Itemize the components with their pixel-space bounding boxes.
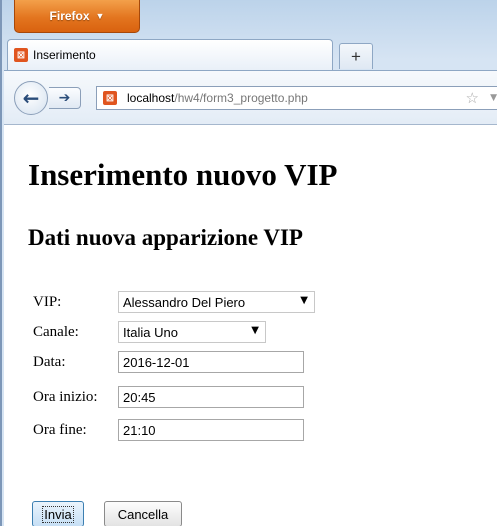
- canale-row: Canale:: [33, 321, 79, 343]
- vip-row: VIP:: [33, 291, 61, 313]
- firefox-menu-label: Firefox: [49, 9, 90, 23]
- forward-arrow-icon: ➔: [58, 90, 71, 106]
- vip-label: VIP:: [33, 293, 62, 310]
- url-host: localhost: [127, 91, 175, 105]
- url-text: localhost/hw4/form3_progetto.php: [127, 91, 308, 105]
- cancella-button[interactable]: Cancella: [104, 501, 182, 526]
- star-icon[interactable]: ☆: [466, 89, 479, 107]
- new-tab-button[interactable]: +: [339, 43, 373, 69]
- site-identity-icon[interactable]: ⊠: [103, 91, 117, 105]
- firefox-menu-button[interactable]: Firefox ▼: [14, 0, 140, 33]
- canale-select[interactable]: Italia Uno ▼: [118, 321, 266, 343]
- vip-value: Alessandro Del Piero: [123, 294, 246, 310]
- cancella-label: Cancella: [117, 506, 169, 522]
- data-value: 2016-12-01: [123, 354, 190, 370]
- back-button[interactable]: ←: [14, 81, 48, 115]
- address-bar[interactable]: ⊠ localhost/hw4/form3_progetto.php ☆ ▼: [96, 86, 497, 110]
- ora-fine-value: 21:10: [123, 422, 156, 438]
- url-path: /hw4/form3_progetto.php: [174, 91, 308, 105]
- data-label: Data:: [33, 353, 66, 370]
- ora-inizio-row: Ora inizio:: [33, 386, 98, 408]
- ora-fine-row: Ora fine:: [33, 419, 87, 441]
- tab-title: Inserimento: [33, 48, 96, 62]
- ora-inizio-label: Ora inizio:: [33, 388, 98, 405]
- data-input[interactable]: 2016-12-01: [118, 351, 304, 373]
- ora-inizio-value: 20:45: [123, 389, 156, 405]
- url-dropdown-icon[interactable]: ▼: [490, 93, 497, 103]
- page-icon: ⊠: [14, 48, 28, 62]
- back-arrow-icon: ←: [22, 86, 40, 110]
- page-content: Inserimento nuovo VIP Dati nuova appariz…: [4, 124, 497, 526]
- invia-button[interactable]: Invia: [32, 501, 84, 526]
- tab-inserimento[interactable]: ⊠ Inserimento: [7, 39, 333, 70]
- forward-button[interactable]: ➔: [49, 87, 81, 109]
- invia-label: Invia: [42, 505, 74, 523]
- ora-inizio-input[interactable]: 20:45: [118, 386, 304, 408]
- ora-fine-label: Ora fine:: [33, 421, 87, 438]
- canale-value: Italia Uno: [123, 324, 178, 340]
- plus-icon: +: [351, 46, 361, 66]
- navigation-toolbar: ← ➔ ⊠ localhost/hw4/form3_progetto.php ☆…: [4, 70, 497, 124]
- ora-fine-input[interactable]: 21:10: [118, 419, 304, 441]
- vip-select[interactable]: Alessandro Del Piero ▼: [118, 291, 315, 313]
- data-row: Data:: [33, 351, 65, 373]
- chevron-down-icon: ▼: [251, 325, 259, 336]
- page-title: Inserimento nuovo VIP: [28, 157, 338, 192]
- section-title: Dati nuova apparizione VIP: [28, 225, 303, 250]
- browser-window: Firefox ▼ ⊠ Inserimento + ← ➔ ⊠ localhos…: [0, 0, 497, 526]
- chevron-down-icon: ▼: [300, 295, 308, 306]
- chevron-down-icon: ▼: [95, 11, 105, 21]
- canale-label: Canale:: [33, 323, 79, 340]
